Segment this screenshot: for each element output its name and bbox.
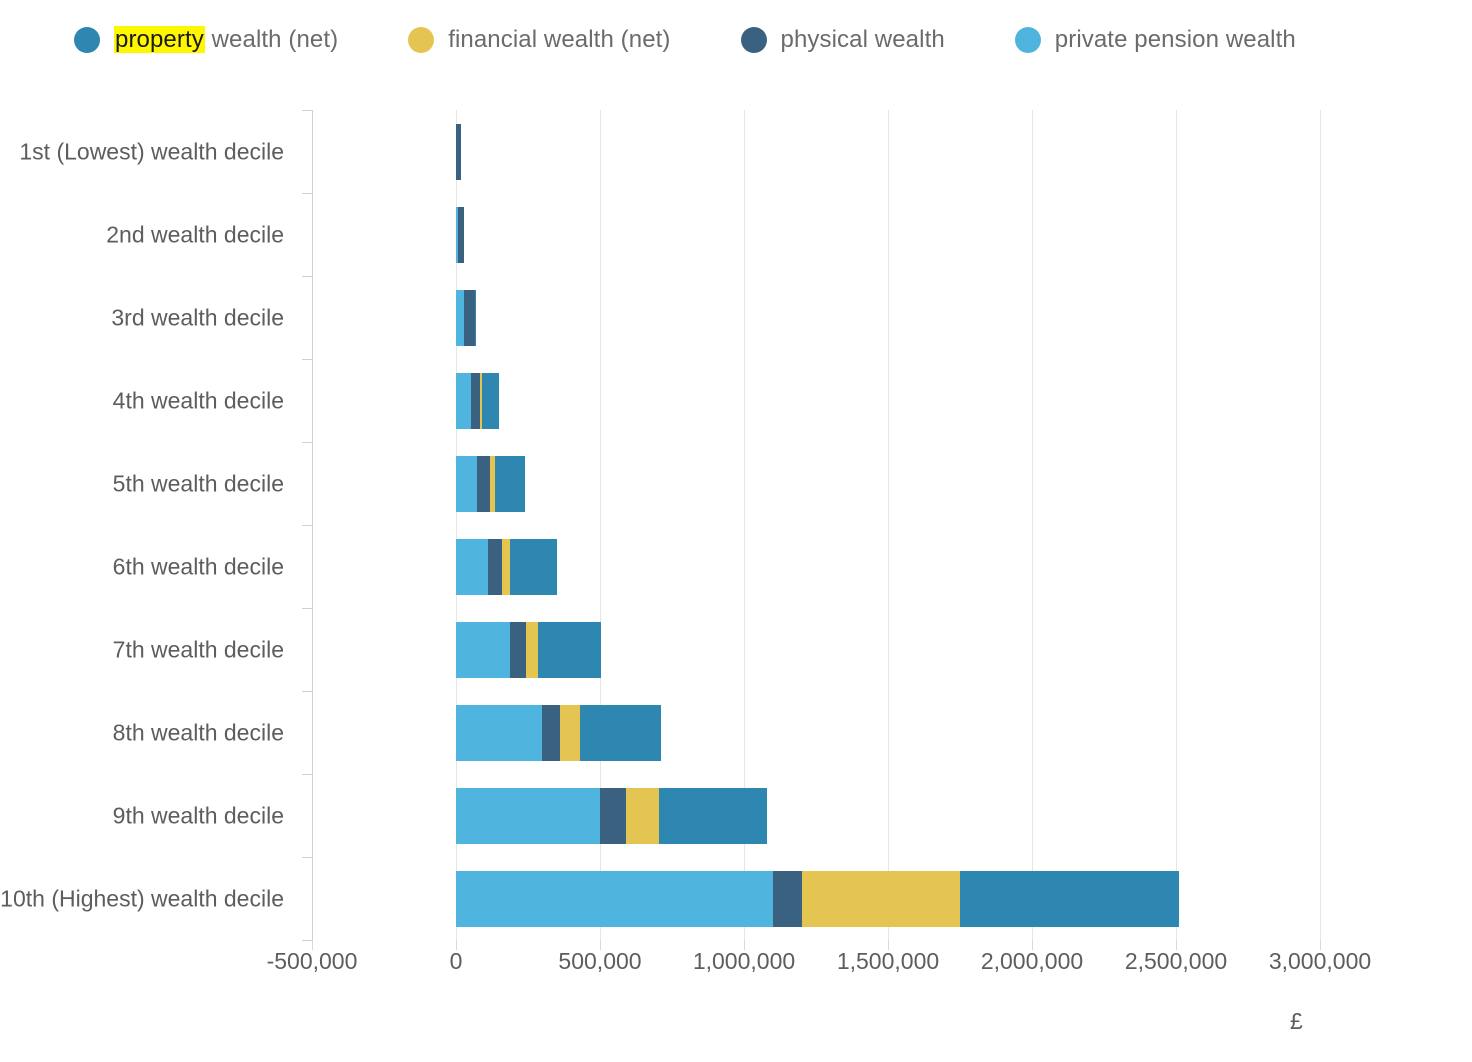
bar-segment-property[interactable] <box>579 704 662 761</box>
y-axis-tick <box>302 359 312 360</box>
legend-swatch-pension-icon <box>1014 27 1041 53</box>
y-axis-tick <box>302 525 312 526</box>
bar-segment-financial[interactable] <box>559 704 580 761</box>
y-axis-label: 1st (Lowest) wealth decile <box>19 138 284 164</box>
bar-segment-property[interactable] <box>482 372 500 429</box>
wealth-decile-chart: property wealth (net) financial wealth (n… <box>0 0 1472 1062</box>
bar-segment-property[interactable] <box>659 787 768 844</box>
bar-segment-property[interactable] <box>538 621 601 678</box>
x-gridline <box>1320 110 1321 940</box>
bar-segment-physical[interactable] <box>458 206 465 263</box>
legend-swatch-property-icon <box>74 27 100 53</box>
y-axis-label: 5th wealth decile <box>112 470 284 496</box>
x-axis-tick-label: 1,500,000 <box>836 948 940 974</box>
x-axis-tick-label: -500,000 <box>266 948 358 974</box>
y-axis-tick <box>302 193 312 194</box>
plot-area <box>302 110 1321 950</box>
y-axis-tick <box>302 110 312 111</box>
y-axis-label: 7th wealth decile <box>112 636 284 662</box>
bar-segment-physical[interactable] <box>477 455 490 512</box>
x-axis-tick-label: 3,000,000 <box>1268 948 1372 974</box>
bar-segment-pension[interactable] <box>456 870 773 927</box>
bar-group[interactable] <box>312 123 1320 180</box>
bar-segment-financial[interactable] <box>525 621 539 678</box>
x-axis-unit-label: £ <box>1290 1008 1303 1034</box>
bar-segment-physical[interactable] <box>487 538 503 595</box>
legend-swatch-financial-icon <box>408 27 435 53</box>
bar-segment-physical[interactable] <box>772 870 802 927</box>
legend-swatch-physical-icon <box>740 27 767 53</box>
y-axis-tick <box>302 608 312 609</box>
bar-group[interactable] <box>312 538 1320 595</box>
y-axis-tick <box>302 774 312 775</box>
x-axis-tick-label: 2,500,000 <box>1124 948 1228 974</box>
y-axis-label: 6th wealth decile <box>112 553 284 579</box>
bar-segment-pension[interactable] <box>456 621 510 678</box>
bar-group[interactable] <box>312 455 1320 512</box>
bar-segment-property[interactable] <box>475 289 477 346</box>
bar-segment-physical[interactable] <box>470 372 480 429</box>
bar-segment-property[interactable] <box>960 870 1179 927</box>
y-axis-label: 8th wealth decile <box>112 719 284 745</box>
y-axis-label: 2nd wealth decile <box>106 221 284 247</box>
y-axis-label: 9th wealth decile <box>112 802 284 828</box>
bar-segment-pension[interactable] <box>456 289 465 346</box>
legend-label-financial: financial wealth (net) <box>448 26 671 53</box>
bar-group[interactable] <box>312 870 1320 927</box>
bar-segment-physical[interactable] <box>600 787 626 844</box>
x-axis-tick-label: 500,000 <box>558 948 642 974</box>
bar-segment-physical[interactable] <box>456 123 461 180</box>
x-axis-tick-label: 2,000,000 <box>980 948 1084 974</box>
bar-segment-financial[interactable] <box>625 787 660 844</box>
y-axis-label: 4th wealth decile <box>112 387 284 413</box>
bar-group[interactable] <box>312 787 1320 844</box>
legend-highlight-property: property <box>114 26 205 53</box>
bar-segment-property[interactable] <box>509 538 558 595</box>
bar-group[interactable] <box>312 372 1320 429</box>
x-axis-labels: -500,000 0 500,000 1,000,000 1,500,000 2,000,… <box>267 948 1372 988</box>
bar-group[interactable] <box>312 704 1320 761</box>
bar-segment-physical[interactable] <box>509 621 526 678</box>
legend-item-physical[interactable]: physical wealth <box>740 26 945 54</box>
y-axis-label: 3rd wealth decile <box>111 304 284 330</box>
bar-segment-pension[interactable] <box>456 372 471 429</box>
y-axis-tick <box>302 940 312 941</box>
x-axis-tick-label: 1,000,000 <box>692 948 796 974</box>
bar-group[interactable] <box>312 206 1320 263</box>
bar-group[interactable] <box>312 289 1320 346</box>
y-axis-labels: 1st (Lowest) wealth decile 2nd wealth dec… <box>0 110 300 940</box>
y-axis-tick <box>302 691 312 692</box>
bar-segment-financial[interactable] <box>502 538 510 595</box>
legend-label-property: property wealth (net) <box>114 26 339 53</box>
bar-segment-pension[interactable] <box>456 455 478 512</box>
bar-segment-property[interactable] <box>494 455 526 512</box>
y-axis-tick <box>302 442 312 443</box>
bar-segment-financial[interactable] <box>801 870 960 927</box>
legend-label-physical: physical wealth <box>780 26 945 53</box>
bar-segment-pension[interactable] <box>456 538 488 595</box>
bar-segment-pension[interactable] <box>456 787 600 844</box>
legend-item-financial[interactable]: financial wealth (net) <box>408 26 670 54</box>
bar-segment-pension[interactable] <box>456 704 542 761</box>
bar-segment-physical[interactable] <box>541 704 560 761</box>
legend-item-pension[interactable]: private pension wealth <box>1014 26 1296 54</box>
bar-group[interactable] <box>312 621 1320 678</box>
y-axis-label: 10th (Highest) wealth decile <box>0 885 284 911</box>
y-axis-tick <box>302 857 312 858</box>
legend-label-pension: private pension wealth <box>1054 26 1296 53</box>
y-axis-tick <box>302 276 312 277</box>
bar-segment-physical[interactable] <box>464 289 475 346</box>
legend-item-property[interactable]: property wealth (net) <box>74 26 338 54</box>
x-axis-tick-label: 0 <box>449 948 463 974</box>
chart-legend: property wealth (net) financial wealth (n… <box>74 26 1366 54</box>
